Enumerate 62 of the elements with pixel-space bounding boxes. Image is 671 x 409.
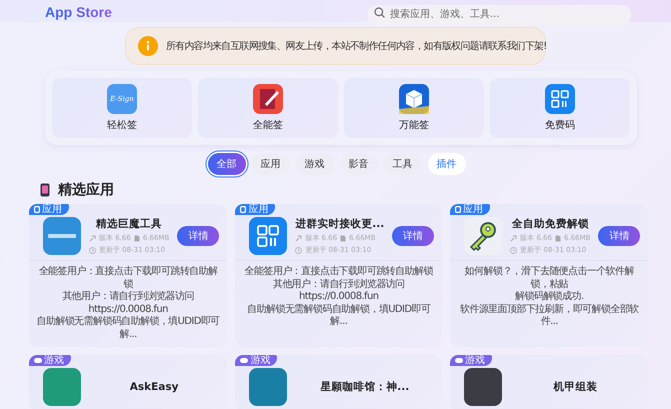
category-label: 应用 (463, 204, 484, 215)
tablet-icon (455, 206, 462, 213)
file-icon (134, 234, 140, 242)
app-title: 机甲组装 (552, 380, 598, 394)
shortcut-tile[interactable]: 全能签 (198, 78, 338, 138)
qr-code-icon (249, 217, 288, 255)
description-line: 软件源里面顶部下拉刷新，即可解锁全部软件... (459, 304, 640, 328)
details-button[interactable]: 详情 (598, 226, 640, 246)
description-line: 其他用户：请自行到浏览器访问https://0.0008.fun (61, 291, 195, 316)
description-line: 其他用户：请自行到浏览器访问https://0.0008.fun (272, 278, 406, 304)
clock-icon (295, 246, 302, 254)
file-icon (340, 234, 346, 242)
category-label: 应用 (42, 204, 62, 215)
search-field[interactable]: 搜索应用、游戏、工具... (367, 4, 631, 24)
section-heading: 精选应用 (58, 181, 114, 199)
filter-tab[interactable]: 游戏 (296, 153, 334, 175)
app-title: 全自助免费解锁 (510, 217, 590, 231)
filter-tab[interactable]: 全部 (208, 153, 246, 175)
app-icon (464, 368, 502, 406)
category-label: 游戏 (44, 355, 64, 366)
qr-code-icon (545, 84, 575, 114)
shortcut-label: 万能签 (399, 118, 429, 132)
category-label: 应用 (248, 204, 268, 215)
description-line: 解锁码解锁成功. (514, 291, 585, 304)
shortcut-tile[interactable]: 免费码 (490, 78, 630, 138)
key-icon (464, 217, 502, 255)
shortcut-tile[interactable]: 万能签 (344, 78, 484, 138)
app-icon (249, 368, 288, 406)
description-line: 全能签用户：直接点击下载即可跳转自助解锁 (38, 266, 219, 290)
description-line: 自助解锁无需解锁码自助解锁，填UDID即可解... (36, 316, 221, 341)
app-logo-icon (43, 217, 81, 255)
shortcut-label: 免费码 (545, 118, 575, 132)
filter-tab[interactable]: 应用 (252, 153, 290, 175)
filter-tab[interactable]: 工具 (384, 153, 422, 175)
description-line: 如何解锁？，滑下去随便点击一个软件解锁，粘贴 (464, 266, 636, 290)
details-button[interactable]: 详情 (177, 226, 220, 246)
book-pen-icon (253, 84, 283, 114)
shortcut-label: 轻松签 (107, 118, 137, 132)
clock-icon (510, 246, 518, 254)
shortcut-label: 全能签 (253, 118, 283, 132)
search-icon (374, 6, 385, 18)
clock-icon (89, 246, 96, 254)
tablet-icon (34, 206, 40, 213)
category-label: 游戏 (250, 355, 270, 366)
details-button[interactable]: 详情 (392, 226, 434, 246)
app-title: 进群实时接收更... (295, 217, 384, 231)
filter-tab[interactable]: 影音 (340, 153, 378, 175)
category-label: 游戏 (465, 355, 486, 366)
file-icon (555, 234, 562, 242)
phone-icon (40, 183, 50, 197)
app-title: AskEasy (128, 381, 180, 393)
app-title: 精选巨魔工具 (94, 217, 164, 231)
tablet-icon (240, 206, 246, 213)
app-title: 星願咖啡馆：神... (319, 380, 410, 394)
app-icon (43, 368, 81, 406)
notice-text: 所有内容均来自互联网搜集、网友上传，本站不制作任何内容，如有版权问题请联系我们下架! (166, 40, 546, 53)
cube-icon (399, 84, 429, 114)
filter-tab[interactable]: 插件 (428, 153, 466, 175)
info-icon (138, 36, 158, 56)
description-line: 全能签用户：直接点击下载即可跳转自助解锁 (244, 266, 434, 278)
app-logo: App Store (45, 4, 112, 20)
description-line: 自助解锁无需解锁码自助解锁，填UDID即可解... (246, 304, 432, 328)
